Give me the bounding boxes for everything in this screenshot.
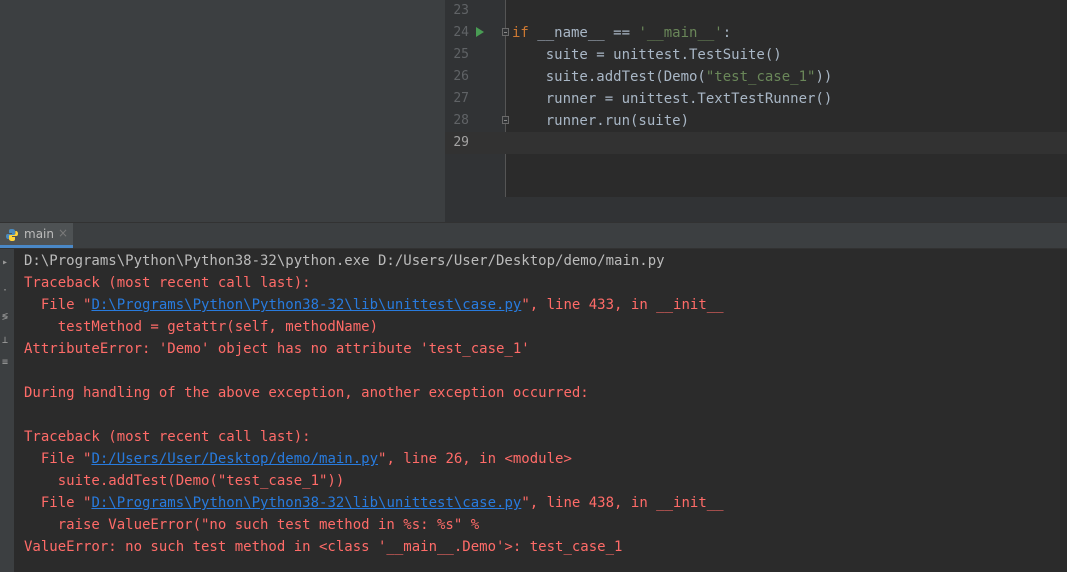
traceback-header: Traceback (most recent call last): <box>24 429 311 445</box>
code-text: suite = unittest.TestSuite() <box>512 47 782 63</box>
code-line-26[interactable]: 26 suite.addTest(Demo("test_case_1")) <box>445 66 1067 88</box>
fold-icon[interactable] <box>502 28 509 36</box>
line-number: 28 <box>453 113 469 128</box>
line-number: 25 <box>453 47 469 62</box>
code-line-27[interactable]: 27 runner = unittest.TextTestRunner() <box>445 88 1067 110</box>
code-line-23[interactable]: 23 <box>445 0 1067 22</box>
editor-bottom-bar <box>445 197 1067 222</box>
error-message: AttributeError: 'Demo' object has no att… <box>24 341 530 357</box>
code-editor[interactable]: 23 24 if __name__ == '__main__': 25 suit… <box>445 0 1067 222</box>
line-number: 27 <box>453 91 469 106</box>
code-line-28[interactable]: 28 runner.run(suite) <box>445 110 1067 132</box>
code-line-29[interactable]: 29 <box>445 132 1067 154</box>
traceback-file-line: File "D:\Programs\Python\Python38-32\lib… <box>24 297 724 313</box>
pin-icon[interactable]: ⊥ <box>0 335 10 347</box>
soft-wrap-icon[interactable]: ≶ <box>0 311 10 323</box>
line-number: 29 <box>453 135 469 150</box>
stop-icon[interactable]: · <box>0 285 10 297</box>
run-gutter-icon[interactable] <box>476 27 484 37</box>
file-link[interactable]: D:\Programs\Python\Python38-32\lib\unitt… <box>91 297 521 313</box>
code-text: runner.run(suite) <box>512 113 690 129</box>
run-toolbar: ▸ · ≶ ⊥ ≡ <box>0 249 14 572</box>
console-command-line: D:\Programs\Python\Python38-32\python.ex… <box>24 253 665 269</box>
chained-exception-message: During handling of the above exception, … <box>24 385 589 401</box>
code-line-24[interactable]: 24 if __name__ == '__main__': <box>445 22 1067 44</box>
code-text: runner = unittest.TextTestRunner() <box>512 91 833 107</box>
file-link[interactable]: D:\Programs\Python\Python38-32\lib\unitt… <box>91 495 521 511</box>
traceback-file-line: File "D:\Programs\Python\Python38-32\lib… <box>24 495 724 511</box>
print-icon[interactable]: ≡ <box>0 357 10 369</box>
traceback-header: Traceback (most recent call last): <box>24 275 311 291</box>
run-tab-bar: main × <box>0 222 1067 249</box>
code-text: if __name__ == '__main__': <box>512 25 732 41</box>
traceback-file-line: File "D:/Users/User/Desktop/demo/main.py… <box>24 451 572 467</box>
python-icon <box>6 229 18 241</box>
code-line-25[interactable]: 25 suite = unittest.TestSuite() <box>445 44 1067 66</box>
code-text: suite.addTest(Demo("test_case_1")) <box>512 69 833 85</box>
line-number: 26 <box>453 69 469 84</box>
traceback-code-line: suite.addTest(Demo("test_case_1")) <box>24 473 345 489</box>
tab-main[interactable]: main × <box>0 223 73 248</box>
traceback-code-line: testMethod = getattr(self, methodName) <box>24 319 379 335</box>
rerun-icon[interactable]: ▸ <box>0 257 10 269</box>
traceback-code-line: raise ValueError("no such test method in… <box>24 517 480 533</box>
file-link[interactable]: D:/Users/User/Desktop/demo/main.py <box>91 451 378 467</box>
fold-end-icon[interactable] <box>502 116 509 124</box>
line-number: 23 <box>453 3 469 18</box>
console-output[interactable]: D:\Programs\Python\Python38-32\python.ex… <box>14 249 1067 572</box>
line-number: 24 <box>453 25 469 40</box>
project-panel <box>0 0 446 222</box>
close-icon[interactable]: × <box>58 226 68 240</box>
error-message: ValueError: no such test method in <clas… <box>24 539 623 555</box>
tab-label: main <box>24 227 54 241</box>
